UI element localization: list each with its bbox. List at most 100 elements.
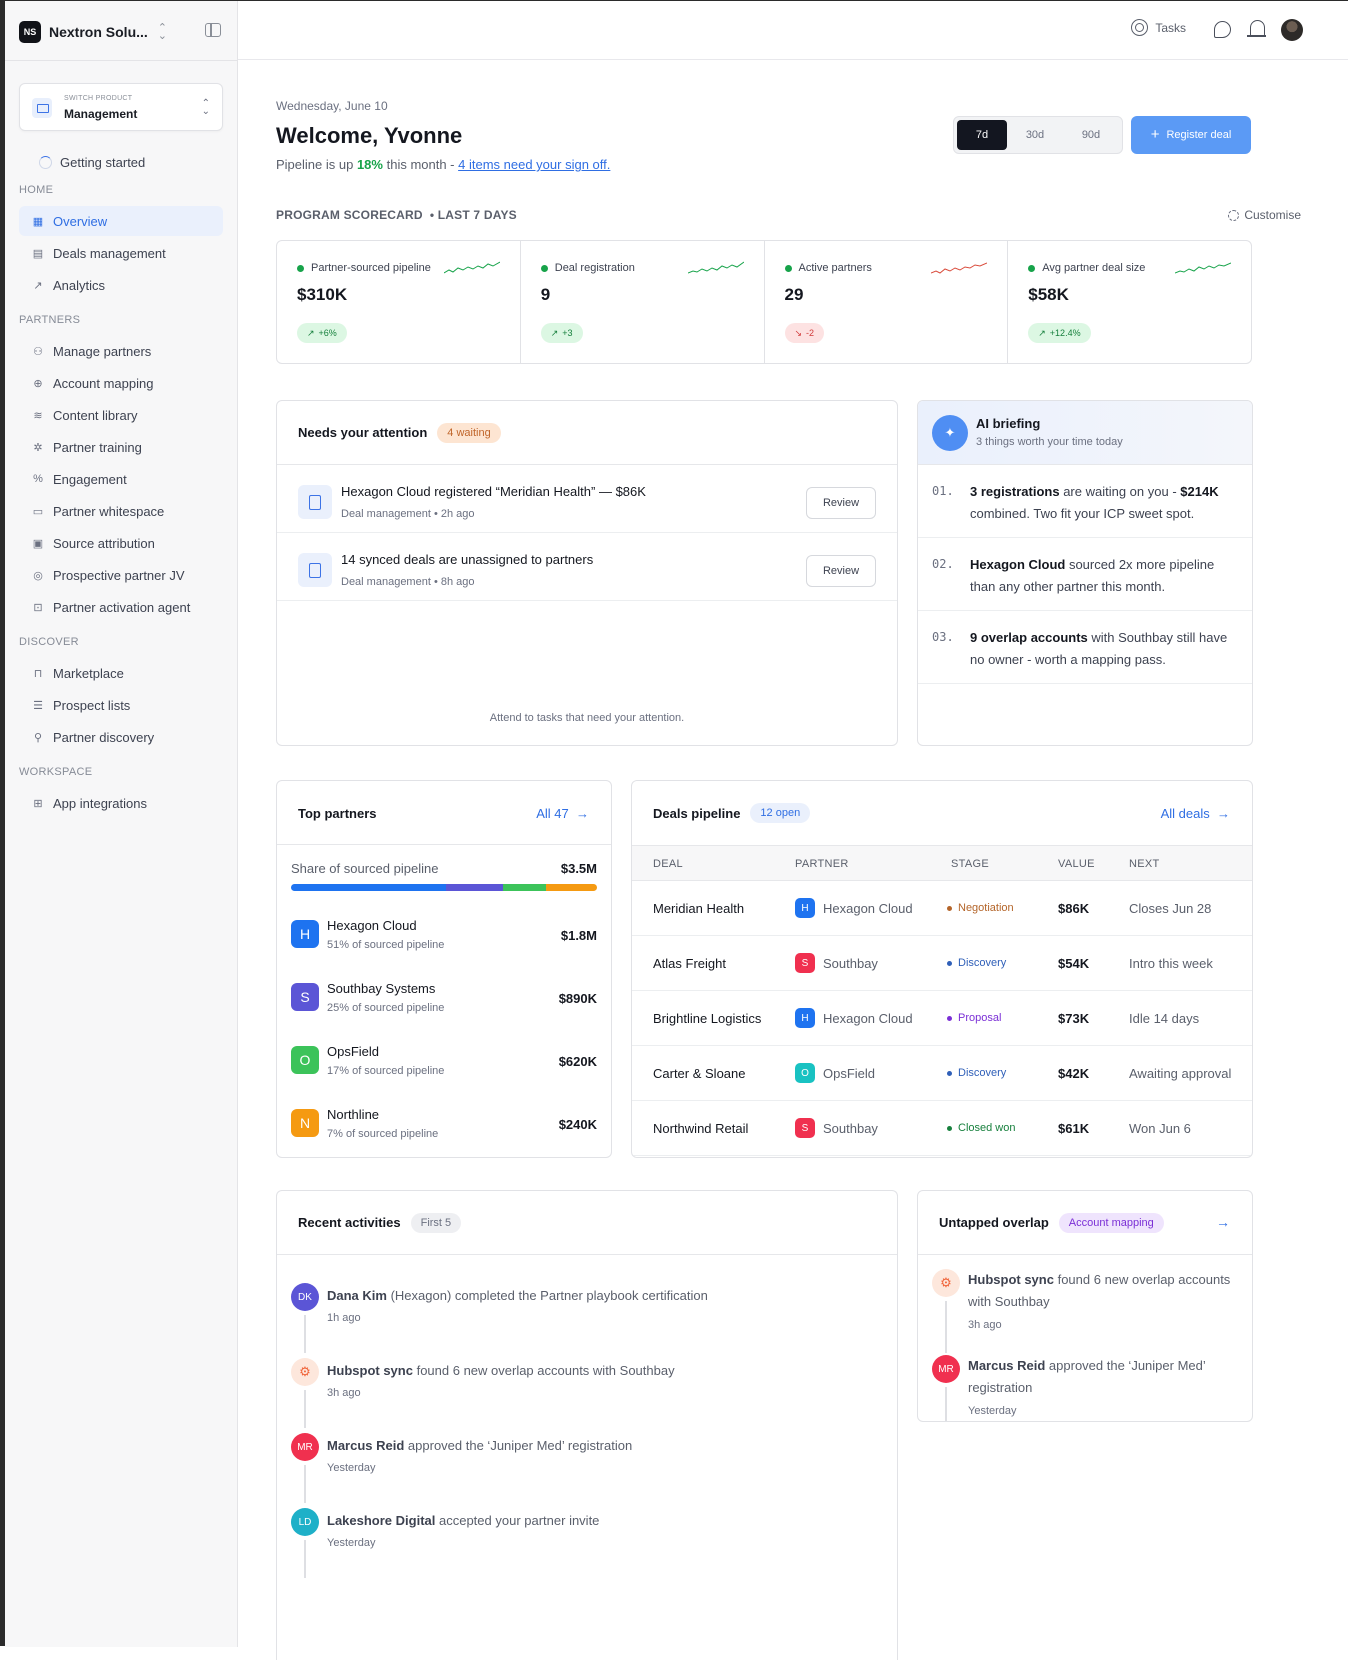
activity-time: Yesterday [968,1405,1017,1417]
deal-value: $54K [1058,956,1090,971]
briefing-number: 01. [932,484,954,498]
sparkline-line [1175,262,1231,274]
partner-name: Southbay [823,1120,878,1136]
table-row[interactable]: Carter & Sloane O OpsField Discovery $42K Awa… [632,1046,1252,1101]
review-button[interactable]: Review [806,487,876,519]
share-segment [545,884,597,891]
sidebar-item-label: Deals management [53,245,166,261]
activity-time: Yesterday [327,1462,376,1474]
partner-name: Northline [327,1107,380,1122]
count-badge: First 5 [410,1212,462,1233]
table-row[interactable]: Atlas Freight S Southbay Discovery $54K Intro… [632,936,1252,991]
all-deals-link[interactable]: All deals → [1161,806,1230,821]
workspace-name: Nextron Solu... [49,24,148,40]
activity-text: Marcus Reid approved the ‘Juniper Med’ r… [968,1355,1238,1399]
sidebar-item-partner-discovery[interactable]: ⚲ Partner discovery [19,722,223,752]
user-avatar[interactable] [1281,19,1303,41]
nav-section-home: HOME [19,184,54,196]
getting-started-link[interactable]: Getting started [39,155,145,170]
sidebar-item-app-integrations[interactable]: ⊞ App integrations [19,788,223,818]
arrow-right-icon: → [576,806,589,821]
ai-briefing-card: ✦ AI briefing 3 things worth your time t… [917,400,1253,746]
deal-next-step: Awaiting approval [1129,1066,1232,1081]
kpi-value: 9 [540,285,551,304]
sparkline-chart [1175,262,1231,274]
deal-next-step: Idle 14 days [1129,1011,1200,1026]
partner-row[interactable]: N Northline 7% of sourced pipeline $240K [277,1095,611,1157]
partner-row[interactable]: S Southbay Systems 25% of sourced pipeline… [277,969,611,1032]
sparkline-line [931,262,988,274]
sidebar-collapse-icon[interactable] [205,23,221,37]
sparkle-icon: ✦ [932,415,968,451]
customise-button[interactable]: Customise [1228,208,1301,222]
activity-description: accepted your partner invite [435,1513,600,1528]
sidebar-item-account-mapping[interactable]: ⊕ Account mapping [19,368,223,398]
sign-off-link[interactable]: 4 items need your sign off. [458,157,610,172]
kpi-delta: +3 [562,328,573,338]
table-row[interactable]: Northwind Retail S Southbay Closed won $61K W… [632,1101,1252,1156]
scorecard-period: • LAST 7 DAYS [429,208,517,222]
share-segment [445,884,504,891]
kpi-card[interactable]: Avg partner deal size $58K ↗ +12.4% [1008,241,1251,363]
sidebar-item-prospect-lists[interactable]: ☰ Prospect lists [19,690,223,720]
deals-pipeline-card: Deals pipeline 12 open All deals → DEAL … [631,780,1253,1158]
recent-activities-card: Recent activities First 5 DK Dana Kim (He… [276,1190,898,1660]
kpi-value: 29 [784,285,804,304]
activity-time: Yesterday [327,1537,376,1549]
sidebar-item-partner-training[interactable]: ✲ Partner training [19,432,223,462]
all-partners-link[interactable]: All 47 → [536,806,589,821]
chevron-updown-icon: ⌃ ⌄ [157,22,168,42]
review-button[interactable]: Review [806,555,876,587]
arrow-right-icon[interactable]: → [1216,1214,1230,1230]
range-7d-button[interactable]: 7d [957,120,1007,150]
sidebar-item-content-library[interactable]: ≋ Content library [19,400,223,430]
sidebar-item-engagement[interactable]: % Engagement [19,464,223,494]
kpi-label-text: Active partners [798,262,872,274]
customise-label: Customise [1244,208,1301,222]
trend-up-icon: ↗ [550,327,559,338]
workspace-switcher[interactable]: NS Nextron Solu... ⌃ ⌄ [19,19,224,45]
kpi-delta: -2 [806,328,815,338]
table-row[interactable]: Brightline Logistics H Hexagon Cloud Propos… [632,991,1252,1046]
nav-section-workspace: WORKSPACE [19,766,93,778]
partner-row[interactable]: O OpsField 17% of sourced pipeline $620K [277,1032,611,1095]
range-30d-button[interactable]: 30d [1007,120,1063,150]
board-icon: ▭ [32,505,44,518]
sidebar-item-partner-whitespace[interactable]: ▭ Partner whitespace [19,496,223,526]
sidebar-item-manage-partners[interactable]: ⚇ Manage partners [19,336,223,366]
timeline-connector [304,1465,306,1503]
kpi-card[interactable]: Partner-sourced pipeline $310K ↗ +6% [277,241,521,363]
kpi-card[interactable]: Deal registration 9 ↗ +3 [521,241,765,363]
sidebar-item-marketplace[interactable]: ⊓ Marketplace [19,658,223,688]
bell-icon[interactable] [1247,20,1266,37]
sparkline-chart [687,261,744,274]
sidebar-item-overview[interactable]: ▦ Overview [19,206,223,236]
divider [5,60,237,61]
card-title: Deals pipeline [653,805,741,821]
table-row[interactable]: Meridian Health H Hexagon Cloud Negotiation… [632,881,1252,936]
pipeline-summary: Pipeline is up 18% this month - 4 items … [276,157,610,172]
briefing-bold: $214K [1180,484,1219,499]
activity-description: approved the ‘Juniper Med’ registration [404,1438,633,1453]
date-range-toggle: 7d 30d 90d [953,116,1123,154]
table-icon: ▣ [32,537,44,550]
register-deal-button[interactable]: + Register deal [1131,116,1251,154]
partner-row[interactable]: H Hexagon Cloud 51% of sourced pipeline $1.… [277,906,611,969]
tasks-button[interactable]: Tasks [1131,19,1186,36]
chat-icon[interactable] [1214,21,1231,38]
sidebar-item-partner-activation-agent[interactable]: ⊡ Partner activation agent [19,592,223,622]
switch-product-value: Management [64,107,138,121]
hubspot-icon: ⚙ [932,1269,960,1297]
sidebar-item-prospective-partner-jv[interactable]: ◎ Prospective partner JV [19,560,223,590]
briefing-item: 02. Hexagon Cloud sourced 2x more pipeli… [918,538,1252,611]
sidebar-item-analytics[interactable]: ↗ Analytics [19,270,223,300]
product-switcher[interactable]: SWITCH PRODUCT Management ⌃ ⌄ [19,83,223,131]
briefing-number: 02. [932,557,954,571]
stage-badge: Discovery [947,957,1006,969]
partner-name: Hexagon Cloud [823,1010,913,1026]
sidebar-item-deals-management[interactable]: ▤ Deals management [19,238,223,268]
sidebar-item-source-attribution[interactable]: ▣ Source attribution [19,528,223,558]
card-title: AI briefing [976,416,1041,431]
range-90d-button[interactable]: 90d [1063,120,1119,150]
kpi-card[interactable]: Active partners 29 ↘ -2 [765,241,1009,363]
